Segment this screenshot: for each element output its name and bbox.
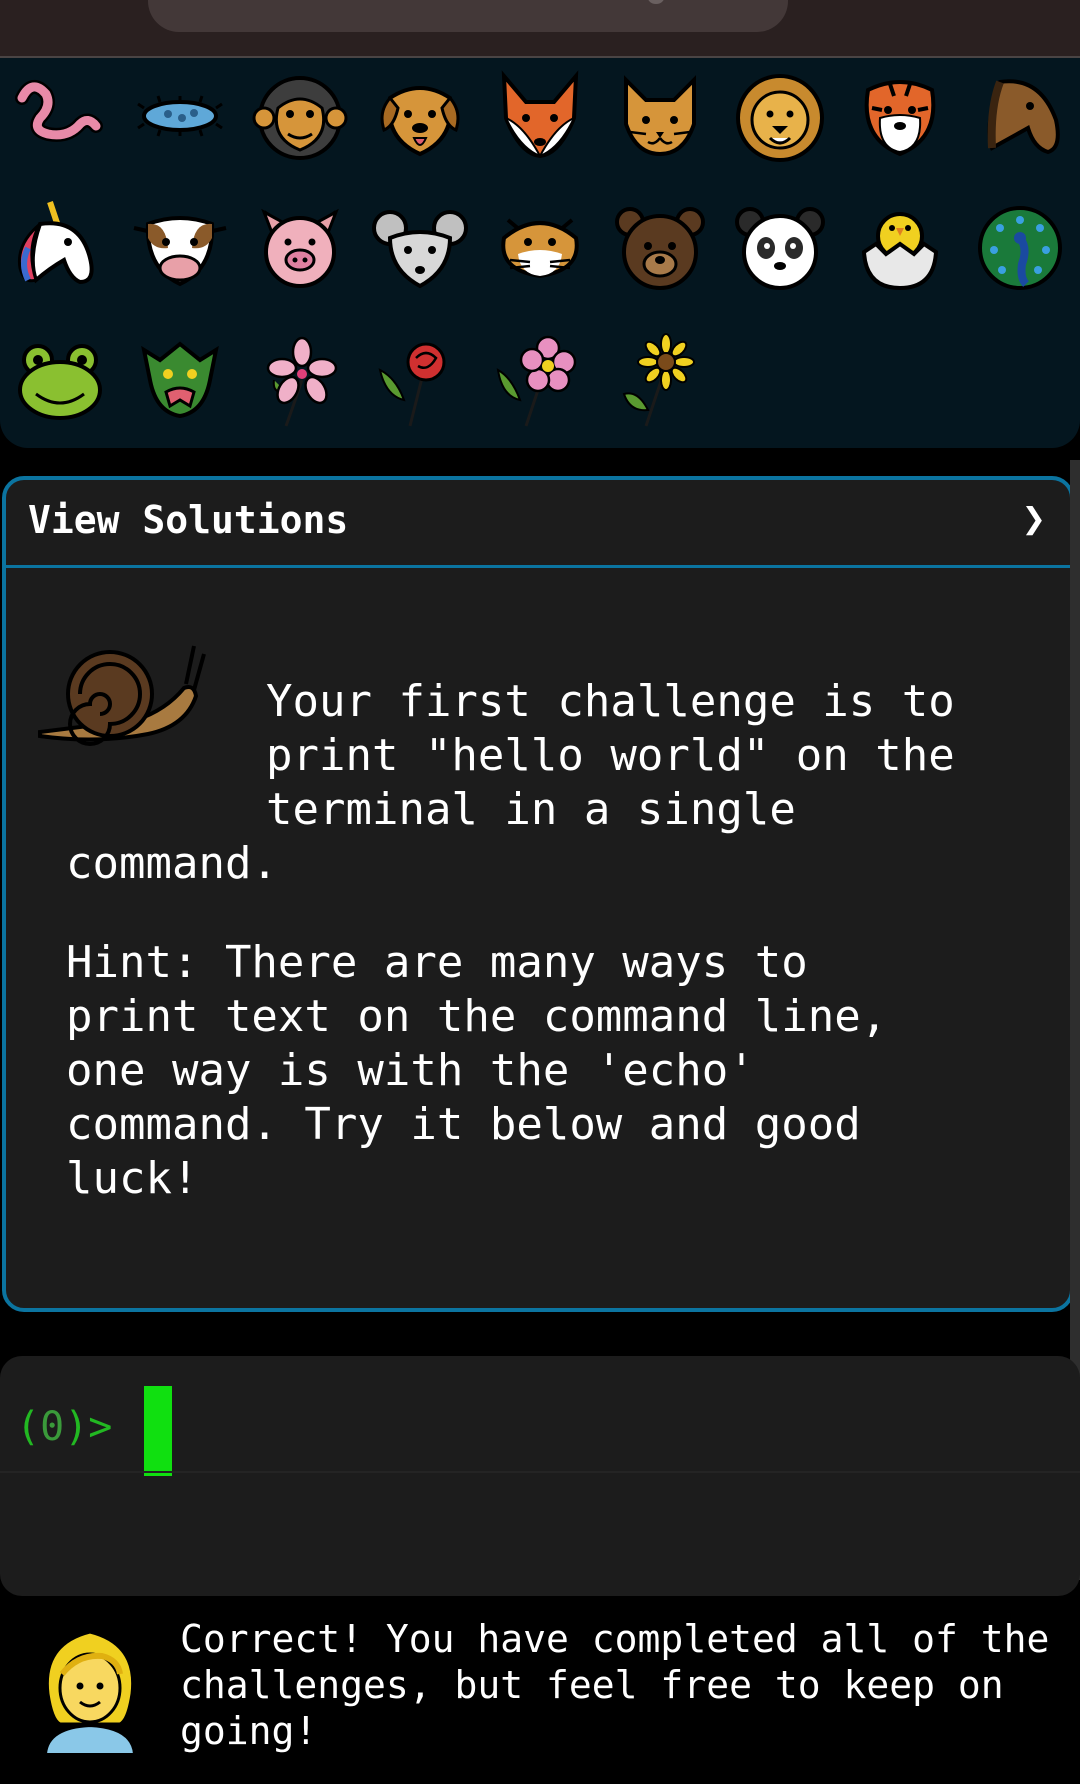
challenge-line: Your first challenge is to xyxy=(266,676,955,727)
status-line: challenges, but feel free to keep on xyxy=(180,1663,1004,1707)
emoji-grid-panel xyxy=(0,58,1080,448)
hint-line: print text on the command line, xyxy=(66,991,888,1042)
microbe-icon[interactable] xyxy=(130,68,230,168)
hint-line: command. Try it below and good xyxy=(66,1099,861,1150)
woman-icon xyxy=(44,1630,136,1754)
panda-face-icon[interactable] xyxy=(730,198,830,298)
top-pill-button[interactable] xyxy=(148,0,788,32)
chevron-right-icon[interactable]: ❯ xyxy=(1022,496,1046,542)
status-line: Correct! You have completed all of the xyxy=(180,1617,1050,1661)
tiger-face-icon[interactable] xyxy=(850,68,950,168)
hint-text: Hint: There are many ways to print text … xyxy=(66,936,1026,1206)
status-message: Correct! You have completed all of the c… xyxy=(180,1616,1080,1754)
mouse-face-icon[interactable] xyxy=(370,198,470,298)
challenge-line: print "hello world" on the xyxy=(266,730,955,781)
view-solutions-title[interactable]: View Solutions xyxy=(28,498,348,542)
frog-face-icon[interactable] xyxy=(10,330,110,430)
challenge-line: terminal in a single xyxy=(266,784,796,835)
terminal-prompt: (0)> xyxy=(16,1404,112,1450)
hamster-face-icon[interactable] xyxy=(490,198,590,298)
peacock-icon[interactable] xyxy=(970,198,1070,298)
status-line: going! xyxy=(180,1709,318,1753)
prompt-open: ( xyxy=(16,1404,41,1450)
lion-face-icon[interactable] xyxy=(730,68,830,168)
rose-icon[interactable] xyxy=(370,330,470,430)
fox-face-icon[interactable] xyxy=(490,68,590,168)
dragon-face-icon[interactable] xyxy=(130,330,230,430)
dog-face-icon[interactable] xyxy=(370,68,470,168)
prompt-counter: 0 xyxy=(40,1404,65,1450)
hint-line: one way is with the 'echo' xyxy=(66,1045,755,1096)
challenge-line: command. xyxy=(66,838,278,889)
terminal-cursor[interactable] xyxy=(144,1386,172,1476)
terminal-input[interactable]: (0)> xyxy=(0,1356,1080,1596)
hint-line: luck! xyxy=(66,1153,199,1204)
view-solutions-panel: View Solutions ❯ Your first challenge is… xyxy=(2,476,1074,1312)
worm-icon[interactable] xyxy=(10,68,110,168)
cherry-blossom-icon[interactable] xyxy=(250,330,350,430)
pig-face-icon[interactable] xyxy=(250,198,350,298)
unicorn-face-icon[interactable] xyxy=(10,198,110,298)
terminal-divider xyxy=(0,1471,1080,1473)
monkey-face-icon[interactable] xyxy=(250,68,350,168)
top-toolbar xyxy=(0,0,1080,58)
hibiscus-icon[interactable] xyxy=(490,330,590,430)
view-solutions-header[interactable]: View Solutions ❯ xyxy=(6,480,1070,568)
sunflower-icon[interactable] xyxy=(610,330,710,430)
status-footer: Correct! You have completed all of the c… xyxy=(0,1598,1080,1784)
pill-dot xyxy=(648,0,664,4)
bear-face-icon[interactable] xyxy=(610,198,710,298)
prompt-close: )> xyxy=(64,1404,113,1450)
cow-face-icon[interactable] xyxy=(130,198,230,298)
challenge-text: Your first challenge is to print "hello … xyxy=(66,675,1026,891)
cat-face-icon[interactable] xyxy=(610,68,710,168)
hatching-chick-icon[interactable] xyxy=(850,198,950,298)
hint-line: Hint: There are many ways to xyxy=(66,937,808,988)
horse-face-icon[interactable] xyxy=(970,68,1070,168)
